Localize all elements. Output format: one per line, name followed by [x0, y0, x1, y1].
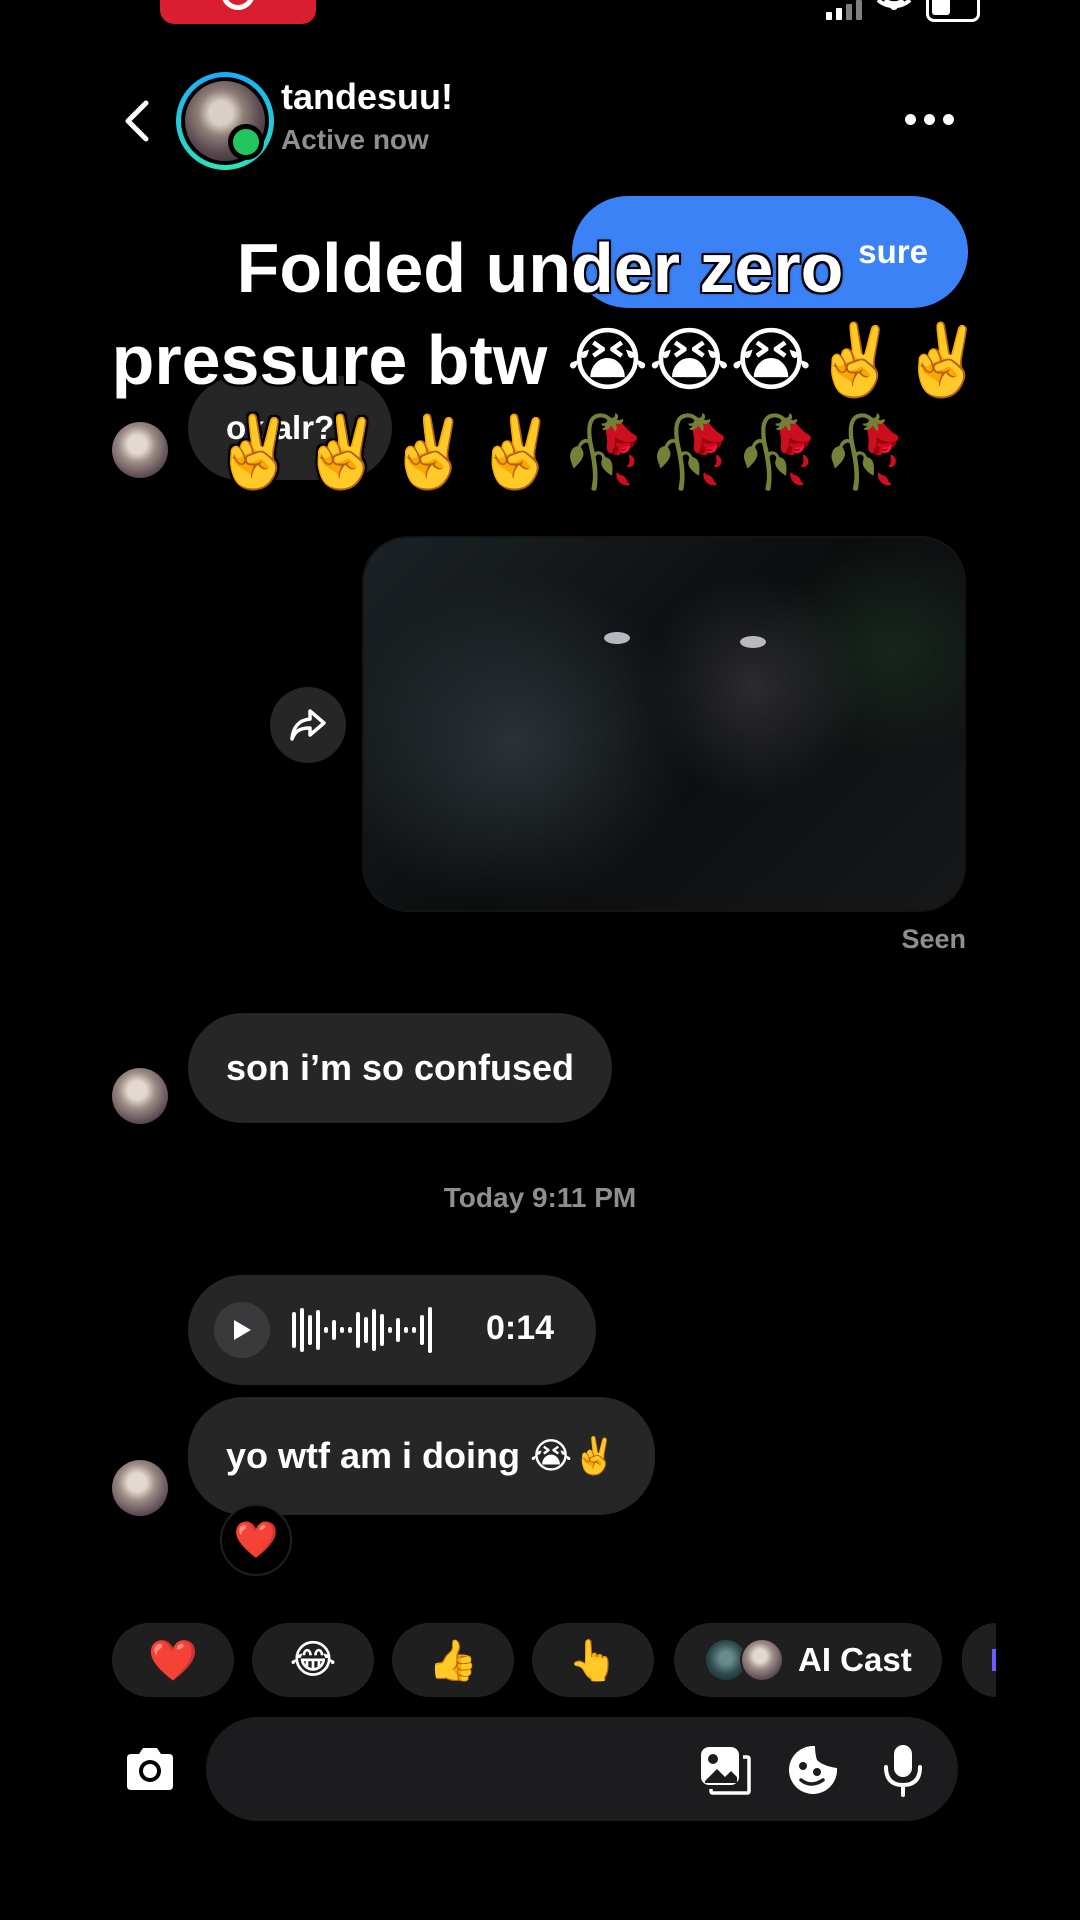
dm-screen: tandesuu! Active now sure ok alr? Folded…	[0, 0, 1080, 1920]
quick-reaction-more[interactable]	[962, 1623, 996, 1697]
screen-recording-indicator	[160, 0, 316, 24]
incoming-message-bubble[interactable]: son i’m so confused	[188, 1013, 613, 1123]
wifi-icon	[876, 0, 912, 10]
caption-line-2: pressure btw 😭😭😭✌️✌️	[111, 321, 987, 399]
microphone-icon[interactable]	[876, 1743, 930, 1797]
message-reaction[interactable]: ❤️	[220, 1504, 292, 1576]
caption-line-1: Folded under zero	[236, 229, 844, 307]
contact-activity-status: Active now	[281, 124, 429, 155]
chevron-left-icon[interactable]	[112, 96, 162, 146]
media-detail-eye-left	[604, 632, 630, 644]
gallery-icon[interactable]	[698, 1743, 752, 1797]
conversation-timestamp: Today 9:11 PM	[443, 1182, 637, 1213]
contact-avatar[interactable]	[176, 72, 274, 170]
sender-avatar	[112, 1068, 168, 1124]
more-horizontal-icon[interactable]	[905, 114, 954, 125]
signal-icon	[826, 0, 862, 20]
shared-media-thumbnail[interactable]	[362, 536, 966, 912]
conversation-header: tandesuu! Active now	[0, 62, 1080, 182]
message-text: son i’m so confused	[226, 1047, 575, 1088]
voice-message-bubble[interactable]: 0:14	[188, 1275, 596, 1385]
incoming-message-bubble[interactable]: yo wtf am i doing 😭✌️	[188, 1397, 655, 1515]
contact-name[interactable]: tandesuu!	[281, 76, 453, 118]
quick-reaction-laugh[interactable]: 😂	[252, 1623, 374, 1697]
message-text: yo wtf am i doing 😭✌️	[226, 1435, 617, 1476]
share-arrow-icon[interactable]	[270, 687, 346, 763]
ai-cast-chip[interactable]: AI Cast	[674, 1623, 942, 1697]
play-icon[interactable]	[214, 1302, 270, 1358]
quick-reaction-heart[interactable]: ❤️	[112, 1623, 234, 1697]
sticker-icon[interactable]	[786, 1743, 840, 1797]
battery-icon	[926, 0, 980, 22]
message-input[interactable]	[206, 1717, 958, 1821]
voice-duration: 0:14	[486, 1309, 555, 1347]
media-detail-eye-right	[740, 636, 766, 648]
ai-cast-avatar	[740, 1638, 784, 1682]
status-bar-icons	[826, 0, 980, 24]
online-status-dot	[228, 124, 264, 160]
quick-reaction-thumbs-up[interactable]: 👍	[392, 1623, 514, 1697]
ai-cast-label: AI Cast	[798, 1641, 912, 1678]
sender-avatar	[112, 1460, 168, 1516]
caption-line-3: ✌️✌️✌️✌️🥀🥀🥀🥀	[211, 413, 909, 491]
camera-icon[interactable]	[122, 1745, 178, 1793]
voice-waveform	[292, 1305, 432, 1355]
seen-receipt: Seen	[901, 924, 966, 954]
quick-reaction-point-up[interactable]: 👆	[532, 1623, 654, 1697]
video-caption-overlay: Folded under zero pressure btw 😭😭😭✌️✌️ ✌…	[0, 222, 1080, 498]
